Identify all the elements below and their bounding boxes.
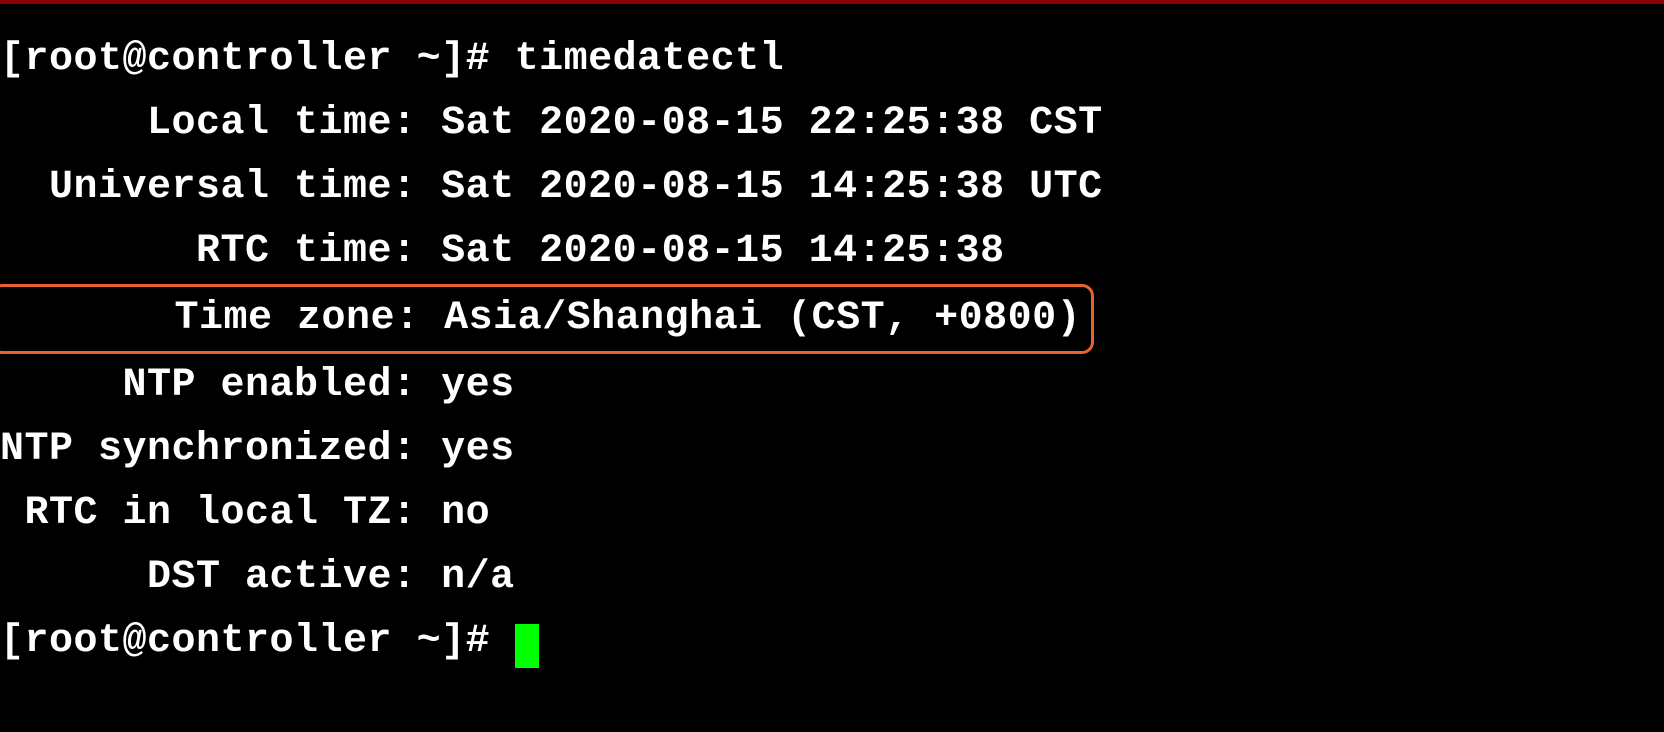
ntp-enabled-value: yes: [441, 363, 515, 408]
output-local-time: Local time: Sat 2020-08-15 22:25:38 CST: [0, 92, 1664, 156]
prompt-line: [root@controller ~]#: [0, 610, 1664, 674]
ntp-sync-value: yes: [441, 427, 515, 472]
universal-time-value: Sat 2020-08-15 14:25:38 UTC: [441, 165, 1103, 210]
local-time-value: Sat 2020-08-15 22:25:38 CST: [441, 101, 1103, 146]
universal-time-label: Universal time:: [0, 165, 441, 210]
output-ntp-sync: NTP synchronized: yes: [0, 418, 1664, 482]
output-ntp-enabled: NTP enabled: yes: [0, 354, 1664, 418]
rtc-local-label: RTC in local TZ:: [0, 491, 441, 536]
time-zone-label: Time zone:: [3, 296, 444, 341]
rtc-time-label: RTC time:: [0, 229, 441, 274]
output-dst-active: DST active: n/a: [0, 546, 1664, 610]
command-text: timedatectl: [515, 37, 785, 82]
timezone-highlight-box: Time zone: Asia/Shanghai (CST, +0800): [0, 284, 1094, 354]
rtc-local-value: no: [441, 491, 490, 536]
output-time-zone: Time zone: Asia/Shanghai (CST, +0800): [0, 284, 1664, 354]
ntp-enabled-label: NTP enabled:: [0, 363, 441, 408]
command-line: [root@controller ~]# timedatectl: [0, 28, 1664, 92]
output-universal-time: Universal time: Sat 2020-08-15 14:25:38 …: [0, 156, 1664, 220]
terminal-output[interactable]: [root@controller ~]# timedatectl Local t…: [0, 28, 1664, 674]
rtc-time-value: Sat 2020-08-15 14:25:38: [441, 229, 1005, 274]
shell-prompt: [root@controller ~]#: [0, 37, 515, 82]
shell-prompt: [root@controller ~]#: [0, 619, 515, 664]
ntp-sync-label: NTP synchronized:: [0, 427, 441, 472]
output-rtc-local: RTC in local TZ: no: [0, 482, 1664, 546]
time-zone-value: Asia/Shanghai (CST, +0800): [444, 296, 1081, 341]
dst-active-value: n/a: [441, 555, 515, 600]
cursor-icon: [515, 624, 539, 668]
dst-active-label: DST active:: [0, 555, 441, 600]
output-rtc-time: RTC time: Sat 2020-08-15 14:25:38: [0, 220, 1664, 284]
local-time-label: Local time:: [0, 101, 441, 146]
